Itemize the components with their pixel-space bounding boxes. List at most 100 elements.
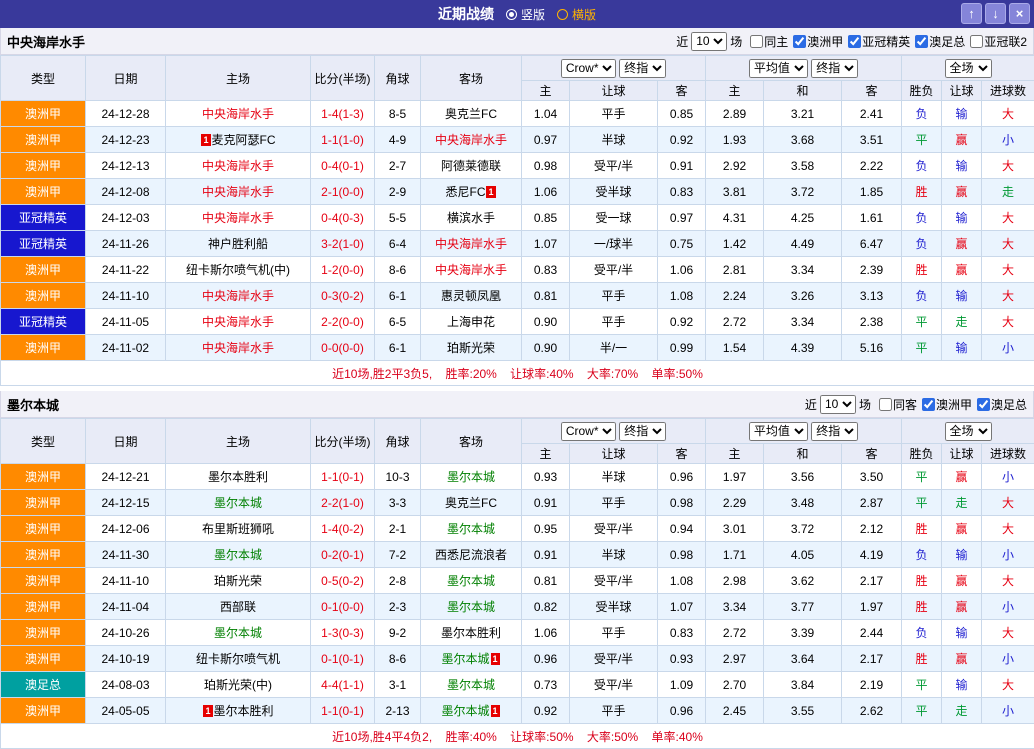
away-team-cell: 墨尔本城: [421, 516, 522, 542]
team-link[interactable]: 墨尔本胜利: [208, 470, 268, 484]
team-link[interactable]: 墨尔本城: [447, 574, 495, 588]
league-filter-checkbox[interactable]: [915, 35, 928, 48]
move-down-button[interactable]: ↓: [985, 3, 1006, 24]
avg-draw-odds-cell: 4.39: [764, 335, 842, 361]
avg-odds-time-select[interactable]: 终指: [811, 59, 858, 78]
league-cell: 澳洲甲: [1, 179, 86, 205]
league-filter[interactable]: 澳洲甲: [922, 396, 972, 413]
avg-away-odds-cell: 2.87: [842, 490, 902, 516]
team-link[interactable]: 珀斯光荣: [214, 574, 262, 588]
team-link[interactable]: 上海申花: [447, 315, 495, 329]
horizontal-layout-radio[interactable]: 横版: [557, 6, 596, 23]
team-link[interactable]: 墨尔本城: [447, 600, 495, 614]
team-link[interactable]: 中央海岸水手: [435, 237, 507, 251]
team-link[interactable]: 纽卡斯尔喷气机: [196, 652, 280, 666]
team-link[interactable]: 纽卡斯尔喷气机(中): [186, 263, 290, 277]
winloss-result-cell: 负: [902, 153, 942, 179]
vertical-layout-radio[interactable]: 竖版: [506, 6, 545, 23]
move-up-button[interactable]: ↑: [961, 3, 982, 24]
league-filter-checkbox[interactable]: [970, 35, 983, 48]
league-filter[interactable]: 澳洲甲: [793, 33, 843, 50]
team-link[interactable]: 麦克阿瑟FC: [212, 133, 276, 147]
team-link[interactable]: 墨尔本城: [214, 548, 262, 562]
avg-odds-time-select[interactable]: 终指: [811, 422, 858, 441]
col-handicap-home: 主: [522, 444, 570, 464]
team-link[interactable]: 珀斯光荣: [447, 341, 495, 355]
handicap-odds-time-select[interactable]: 终指: [619, 422, 666, 441]
league-filter[interactable]: 亚冠联2: [970, 33, 1027, 50]
scope-select[interactable]: 全场: [945, 422, 992, 441]
league-filter-checkbox[interactable]: [848, 35, 861, 48]
league-cell: 澳洲甲: [1, 516, 86, 542]
scope-select[interactable]: 全场: [945, 59, 992, 78]
league-filter-checkbox[interactable]: [750, 35, 763, 48]
team-link[interactable]: 中央海岸水手: [435, 133, 507, 147]
league-filter-checkbox[interactable]: [793, 35, 806, 48]
team-link[interactable]: 布里斯班狮吼: [202, 522, 274, 536]
league-filter-checkbox[interactable]: [977, 398, 990, 411]
team-link[interactable]: 珀斯光荣(中): [204, 678, 272, 692]
league-filter-checkbox[interactable]: [922, 398, 935, 411]
team-link[interactable]: 阿德莱德联: [441, 159, 501, 173]
col-away: 客场: [421, 56, 522, 101]
handicap-line-cell: 平手: [570, 101, 658, 127]
team-link[interactable]: 墨尔本城: [447, 522, 495, 536]
home-team-cell: 珀斯光荣: [166, 568, 311, 594]
red-card-badge: 1: [201, 134, 210, 146]
handicap-odds-source-select[interactable]: Crow*: [561, 422, 616, 441]
league-filter[interactable]: 同客: [879, 396, 917, 413]
team-link[interactable]: 惠灵顿凤凰: [441, 289, 501, 303]
avg-draw-odds-cell: 3.56: [764, 464, 842, 490]
team-link[interactable]: 墨尔本城: [214, 626, 262, 640]
avg-draw-odds-cell: 3.84: [764, 672, 842, 698]
league-filter[interactable]: 澳足总: [977, 396, 1027, 413]
team-link[interactable]: 墨尔本城: [447, 678, 495, 692]
league-filter[interactable]: 同主: [750, 33, 788, 50]
avg-odds-source-select[interactable]: 平均值: [749, 422, 808, 441]
handicap-away-odds-cell: 0.93: [658, 646, 706, 672]
team-link[interactable]: 横滨水手: [447, 211, 495, 225]
team-link[interactable]: 中央海岸水手: [435, 263, 507, 277]
handicap-result-cell: 赢: [942, 257, 982, 283]
handicap-odds-source-select[interactable]: Crow*: [561, 59, 616, 78]
league-filter-checkbox[interactable]: [879, 398, 892, 411]
team-link[interactable]: 中央海岸水手: [202, 107, 274, 121]
handicap-odds-time-select[interactable]: 终指: [619, 59, 666, 78]
team-link[interactable]: 中央海岸水手: [202, 159, 274, 173]
radio-selected-icon: [506, 9, 517, 20]
team-link[interactable]: 墨尔本胜利: [214, 704, 274, 718]
close-button[interactable]: ×: [1009, 3, 1030, 24]
scope-selects: 全场: [902, 56, 1034, 81]
team-link[interactable]: 墨尔本城: [214, 496, 262, 510]
team-link[interactable]: 悉尼FC: [445, 185, 485, 199]
team-link[interactable]: 墨尔本城: [447, 470, 495, 484]
team-link[interactable]: 墨尔本城: [441, 704, 489, 718]
team-link[interactable]: 奥克兰FC: [445, 107, 497, 121]
away-team-cell: 西悉尼流浪者: [421, 542, 522, 568]
results-table: 类型 日期 主场 比分(半场) 角球 客场 Crow* 终指 平均值 终指 全场: [0, 418, 1034, 749]
team-link[interactable]: 奥克兰FC: [445, 496, 497, 510]
team-link[interactable]: 西部联: [220, 600, 256, 614]
team-link[interactable]: 中央海岸水手: [202, 289, 274, 303]
league-filter-label: 亚冠精英: [862, 33, 910, 50]
avg-odds-source-select[interactable]: 平均值: [749, 59, 808, 78]
match-count-select[interactable]: 10: [691, 32, 727, 51]
home-team-cell: 中央海岸水手: [166, 101, 311, 127]
handicap-home-odds-cell: 0.98: [522, 153, 570, 179]
league-filter[interactable]: 澳足总: [915, 33, 965, 50]
team-link[interactable]: 中央海岸水手: [202, 185, 274, 199]
league-filter[interactable]: 亚冠精英: [848, 33, 910, 50]
team-link[interactable]: 中央海岸水手: [202, 211, 274, 225]
league-filter-label: 澳洲甲: [936, 396, 972, 413]
team-link[interactable]: 神户胜利船: [208, 237, 268, 251]
team-link[interactable]: 中央海岸水手: [202, 315, 274, 329]
team-link[interactable]: 墨尔本城: [441, 652, 489, 666]
goals-result-cell: 小: [982, 127, 1034, 153]
team-link[interactable]: 中央海岸水手: [202, 341, 274, 355]
team-link[interactable]: 墨尔本胜利: [441, 626, 501, 640]
match-count-select[interactable]: 10: [820, 395, 856, 414]
team-link[interactable]: 西悉尼流浪者: [435, 548, 507, 562]
date-cell: 24-10-19: [86, 646, 166, 672]
handicap-home-odds-cell: 0.91: [522, 490, 570, 516]
handicap-away-odds-cell: 0.92: [658, 127, 706, 153]
